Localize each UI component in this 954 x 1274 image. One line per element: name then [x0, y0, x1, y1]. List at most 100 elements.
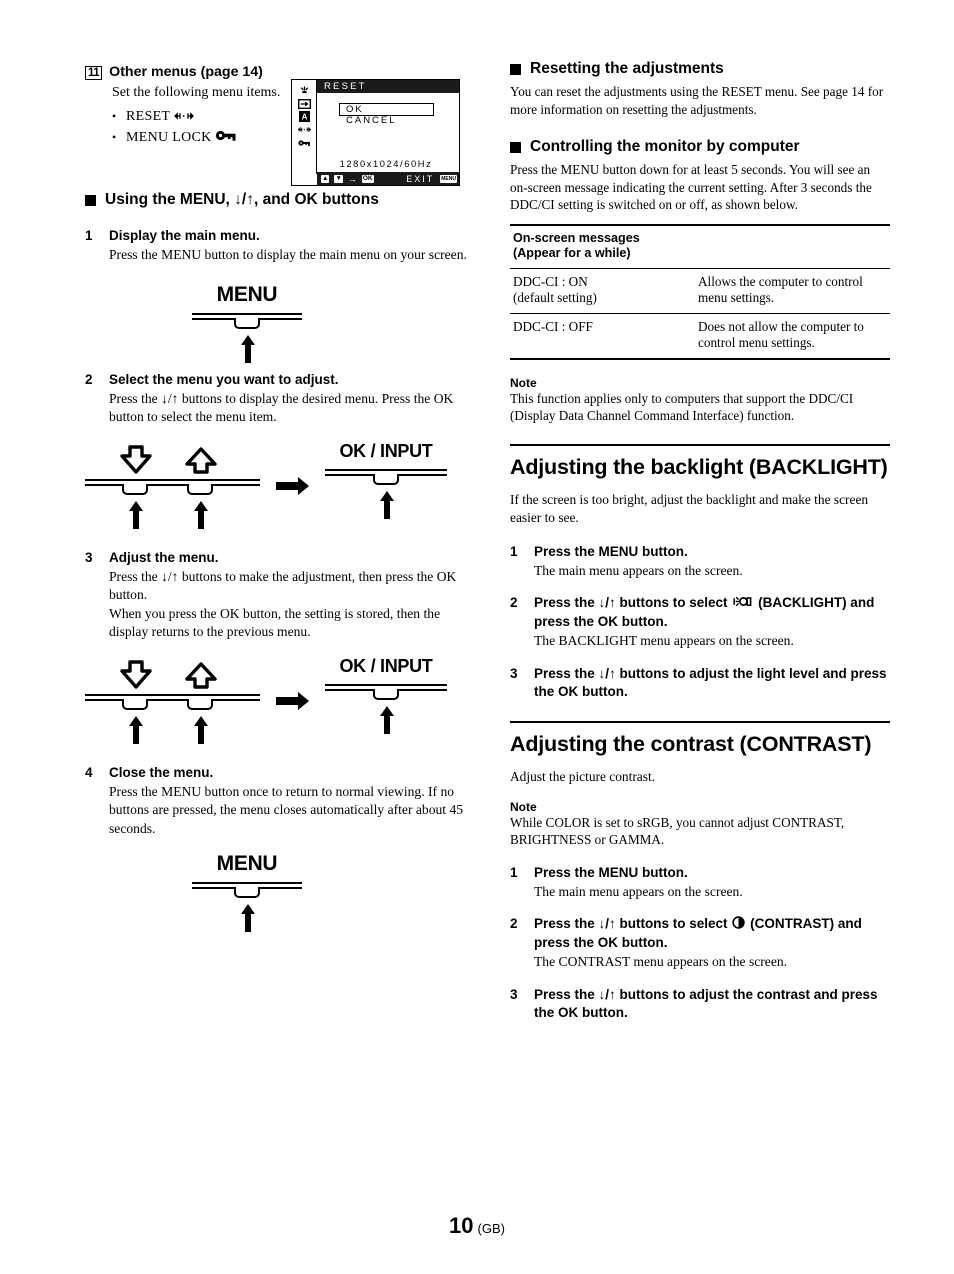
step-2-number: 2	[85, 371, 93, 387]
step-2-body: Press the ↓/↑ buttons to display the des…	[109, 390, 454, 425]
step-4-number: 4	[85, 764, 93, 780]
controlling-body: Press the MENU button down for at least …	[510, 162, 872, 212]
table-row-0-desc: Allows the computer to control menu sett…	[695, 267, 890, 313]
down-arrow-outline-icon	[119, 444, 153, 480]
backlight-lead: If the screen is too bright, adjust the …	[510, 491, 869, 525]
bullet-square-icon-3	[510, 141, 521, 153]
heading-contrast: Adjusting the contrast (CONTRAST)	[510, 720, 890, 757]
menu-keycap-1	[234, 317, 260, 329]
up-keycap[interactable]	[187, 483, 213, 495]
right-column: Resetting the adjustments You can reset …	[510, 60, 890, 1022]
figure-menu-button-4: MENU	[85, 852, 475, 934]
backlight-step-1: 1 Press the MENU button. The main menu a…	[510, 543, 890, 581]
backlight-step-2-title: Press the ↓/↑ buttons to select (BACKLIG…	[534, 594, 890, 631]
heading-resetting: Resetting the adjustments	[510, 60, 890, 78]
resetting-body: You can reset the adjustments using the …	[510, 84, 884, 117]
menu-keycap-4[interactable]	[234, 887, 260, 898]
note-1-heading: Note	[510, 375, 537, 390]
table-header-row: On-screen messages (Appear for a while)	[510, 223, 890, 268]
contrast-step-1-body: The main menu appears on the screen.	[534, 883, 743, 899]
contrast-step-3-number: 3	[510, 986, 518, 1002]
contrast-step-1-number: 1	[510, 864, 518, 880]
down-keycap-2[interactable]	[122, 698, 148, 710]
contrast-step-1: 1 Press the MENU button. The main menu a…	[510, 864, 890, 902]
contrast-lead: Adjust the picture contrast.	[510, 768, 656, 784]
contrast-step-2-number: 2	[510, 916, 518, 931]
backlight-icon	[298, 85, 311, 96]
up-keycap-2[interactable]	[187, 698, 213, 710]
page-number: 10	[449, 1213, 474, 1238]
step-4-title: Close the menu.	[109, 764, 214, 780]
bullet-square-icon	[85, 194, 96, 206]
osd-title: RESET	[317, 80, 459, 93]
backlight-step-1-title: Press the MENU button.	[534, 543, 688, 559]
osd-menu-badge: MENU	[440, 174, 457, 183]
table-row-0-msg: DDC-CI : ON (default setting)	[510, 267, 695, 313]
osd-cancel-label[interactable]: CANCEL	[346, 115, 397, 126]
osd-ok-label: OK	[346, 104, 364, 115]
contrast-icon	[732, 916, 746, 934]
reset-icon	[173, 108, 194, 128]
backlight-step-2-number: 2	[510, 595, 518, 610]
contrast-step-2-title: Press the ↓/↑ buttons to select (CONTRAS…	[534, 915, 890, 952]
osd-up-badge: ▲	[321, 174, 330, 183]
figure-downup-ok-3: OK / INPUT	[85, 656, 475, 756]
table-row: DDC-CI : OFF Does not allow the computer…	[510, 312, 890, 360]
key-icon	[297, 137, 311, 148]
step-3-number: 3	[85, 549, 93, 565]
step-1: 1 Display the main menu. Press the MENU …	[85, 227, 475, 265]
contrast-step-2-body: The CONTRAST menu appears on the screen.	[534, 954, 788, 969]
backlight-step-1-body: The main menu appears on the screen.	[534, 562, 743, 578]
item-11-heading: 11 Other menus (page 14)	[85, 64, 475, 80]
contrast-step-3-title: Press the ↓/↑ buttons to adjust the cont…	[534, 986, 878, 1020]
ok-keycap-2[interactable]	[373, 688, 399, 700]
step-4: 4 Close the menu. Press the MENU button …	[85, 764, 475, 839]
step-3: 3 Adjust the menu. Press the ↓/↑ buttons…	[85, 549, 475, 642]
heading-backlight: Adjusting the backlight (BACKLIGHT)	[510, 443, 890, 480]
osd-ok-badge: OK	[361, 174, 374, 183]
page-language: (GB)	[477, 1221, 505, 1236]
step-1-title: Display the main menu.	[109, 228, 260, 243]
press-arrow-icon-up-2	[193, 715, 208, 744]
backlight-step-2: 2 Press the ↓/↑ buttons to select (BACKL…	[510, 594, 890, 651]
left-column: 11 Other menus (page 14) Set the followi…	[85, 64, 475, 934]
screen-a-icon: A	[298, 111, 311, 122]
step-2: 2 Select the menu you want to adjust. Pr…	[85, 371, 475, 427]
heading-resetting-text: Resetting the adjustments	[530, 60, 724, 77]
contrast-note-heading: Note	[510, 799, 537, 814]
backlight-icon	[733, 595, 752, 613]
figure-menu-button-1: MENU	[85, 283, 475, 365]
bullet-menu-lock-label: MENU LOCK	[126, 130, 212, 145]
heading-controlling-text: Controlling the monitor by computer	[530, 138, 800, 155]
contrast-note-body: While COLOR is set to sRGB, you cannot a…	[510, 814, 845, 847]
osd-exit-label: EXIT	[406, 173, 435, 184]
step-1-number: 1	[85, 228, 93, 243]
backlight-step-2-body: The BACKLIGHT menu appears on the screen…	[534, 633, 794, 648]
bullet-square-icon-2	[510, 63, 521, 75]
osd-down-badge: ▼	[334, 174, 343, 183]
note-1-body: This function applies only to computers …	[510, 390, 854, 423]
up-arrow-outline-icon	[184, 446, 218, 480]
figure-menu-label-1: MENU	[216, 282, 278, 306]
step-3-body: Press the ↓/↑ buttons to make the adjust…	[109, 568, 457, 640]
osd-bottom-bar: ▲ ▼ → OK EXIT MENU	[317, 172, 459, 185]
backlight-step-3-number: 3	[510, 665, 518, 681]
down-keycap[interactable]	[122, 483, 148, 495]
ok-keycap[interactable]	[373, 473, 399, 485]
figure-downup-ok-2: OK / INPUT	[85, 441, 475, 541]
step-2-title: Select the menu you want to adjust.	[109, 371, 339, 387]
backlight-step-3-title: Press the ↓/↑ buttons to adjust the ligh…	[534, 665, 887, 699]
press-arrow-icon-up	[193, 500, 208, 529]
press-arrow-icon	[240, 334, 255, 363]
step-3-title: Adjust the menu.	[109, 549, 219, 565]
figure-ok-label-2: OK / INPUT	[339, 440, 433, 461]
figure-ok-label-3: OK / INPUT	[339, 655, 433, 676]
section-heading-using-menu: Using the MENU, ↓/↑, and OK buttons	[85, 191, 475, 209]
table-row-1-msg: DDC-CI : OFF	[510, 312, 695, 360]
item-11-title: Other menus (page 14)	[109, 64, 263, 80]
flow-arrow-icon	[276, 476, 310, 501]
input-icon	[297, 98, 311, 109]
table-row-1-desc: Does not allow the computer to control m…	[695, 312, 890, 360]
bullet-reset-label: RESET	[126, 109, 171, 124]
press-arrow-icon-4	[240, 904, 255, 932]
